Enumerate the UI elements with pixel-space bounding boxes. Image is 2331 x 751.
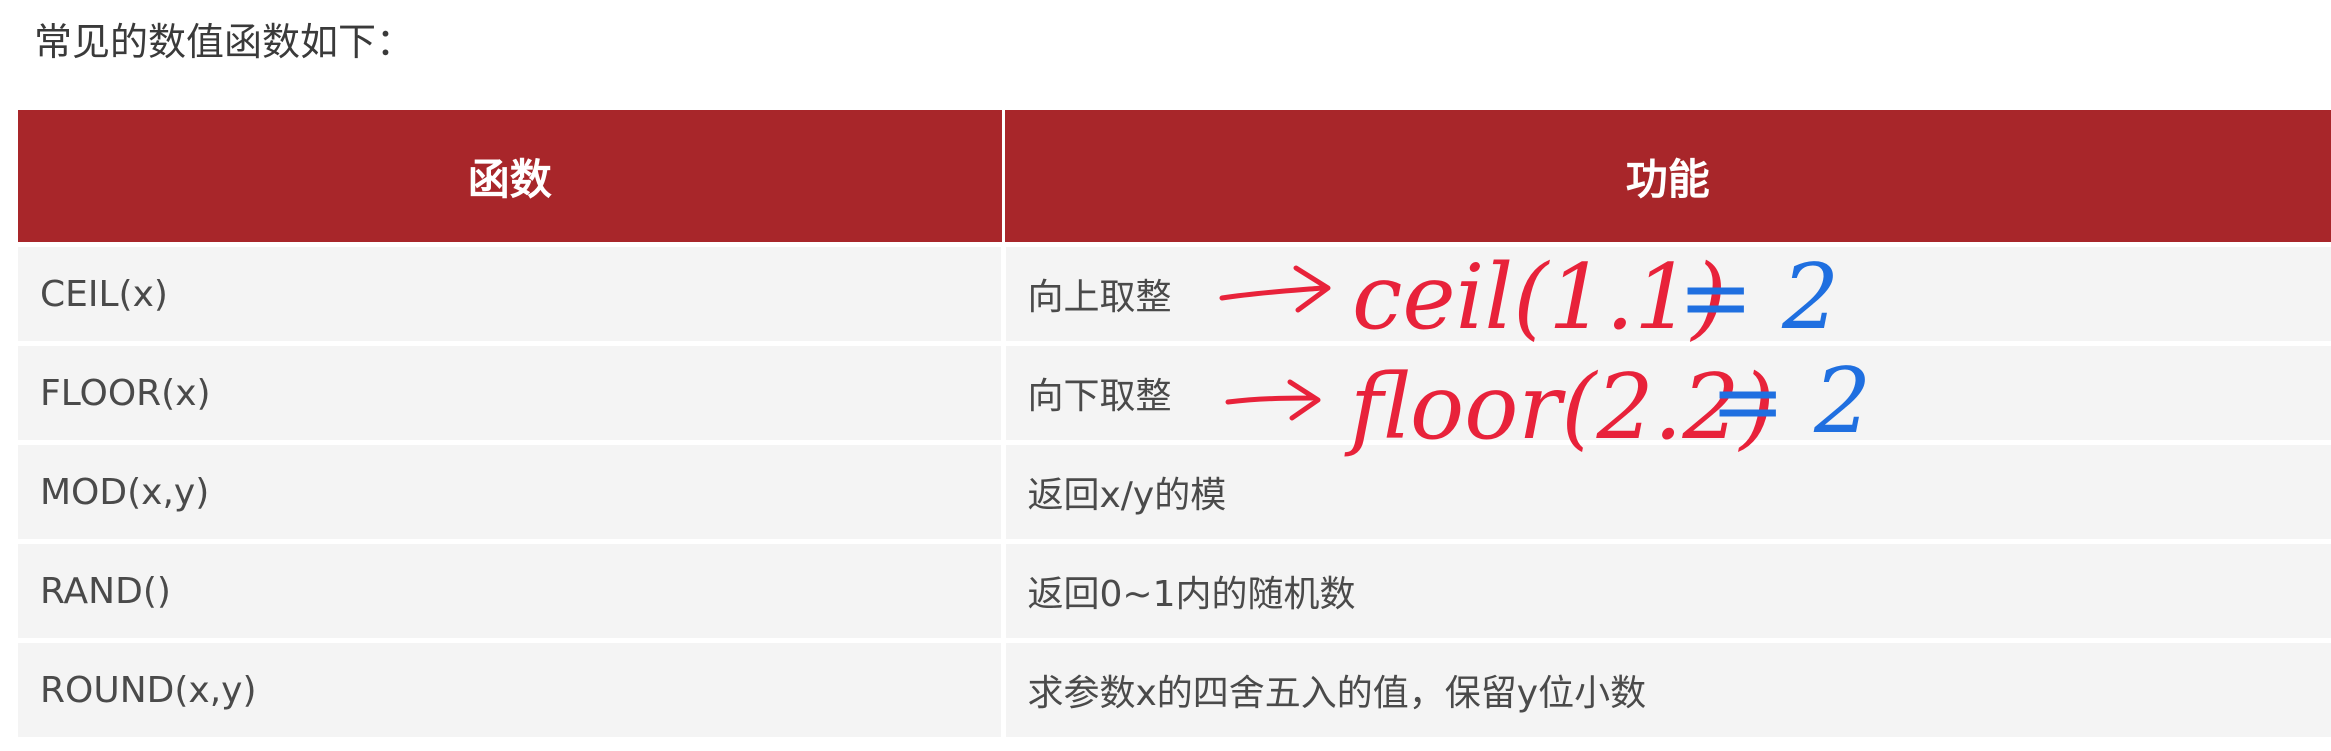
function-name: ROUND(x,y) <box>18 638 1006 737</box>
function-description: 求参数x的四舍五入的值，保留y位小数 <box>1003 638 2331 737</box>
function-name: CEIL(x) <box>18 242 1006 344</box>
function-name: RAND() <box>18 539 1006 641</box>
table-row: MOD(x,y) 返回x/y的模 <box>18 440 2331 542</box>
function-description: 向上取整 <box>1003 242 2331 344</box>
table-row: RAND() 返回0~1内的随机数 <box>18 539 2331 641</box>
function-name: MOD(x,y) <box>18 440 1006 542</box>
numeric-functions-table: 函数 功能 CEIL(x) 向上取整 FLOOR(x) 向下取整 MOD(x,y… <box>18 110 2331 737</box>
table-row: ROUND(x,y) 求参数x的四舍五入的值，保留y位小数 <box>18 638 2331 737</box>
function-description: 向下取整 <box>1003 341 2331 443</box>
header-function: 函数 <box>18 110 1005 245</box>
table-header-row: 函数 功能 <box>18 110 2331 245</box>
function-name: FLOOR(x) <box>18 341 1006 443</box>
table-row: CEIL(x) 向上取整 <box>18 242 2331 344</box>
function-description: 返回0~1内的随机数 <box>1003 539 2331 641</box>
table-row: FLOOR(x) 向下取整 <box>18 341 2331 443</box>
header-description: 功能 <box>1003 110 2331 245</box>
intro-text: 常见的数值函数如下： <box>34 20 415 64</box>
function-description: 返回x/y的模 <box>1003 440 2331 542</box>
